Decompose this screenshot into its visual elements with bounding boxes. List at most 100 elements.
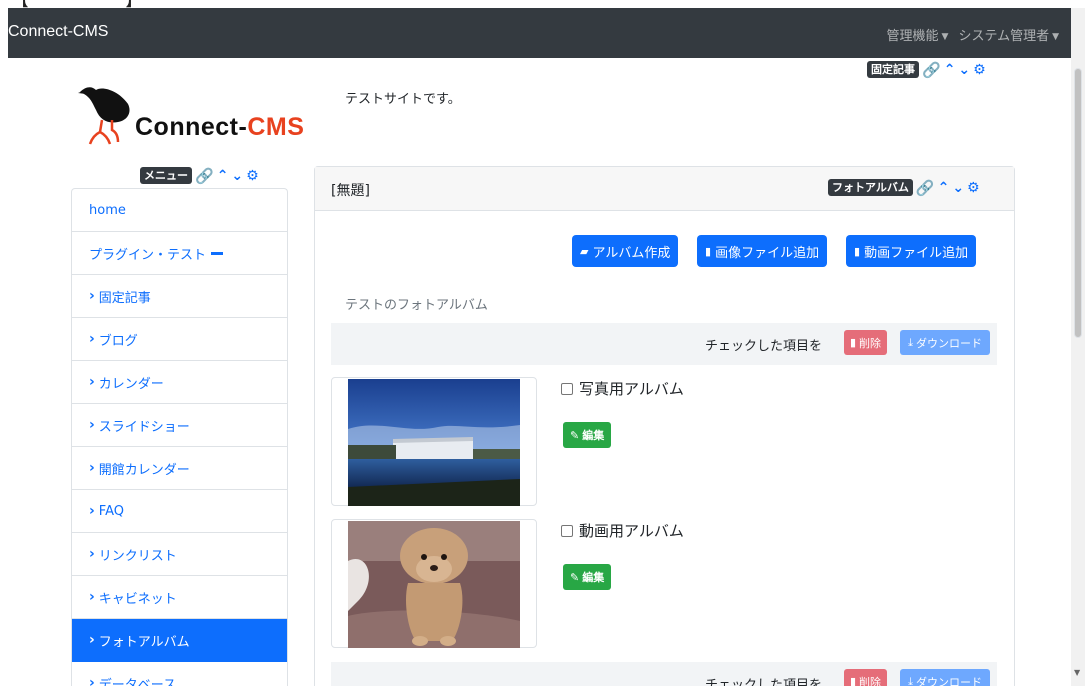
create-album-button[interactable]: ▰ アルバム作成 [572, 235, 679, 267]
sidebar-menu: home プラグイン・テスト › 固定記事 › ブログ › カレンダー › スライドショ… [71, 188, 288, 686]
album-name-row: 写真用アルバム [561, 378, 684, 399]
sidebar-item-label: 開館カレンダー [98, 462, 190, 478]
page-scrollbar[interactable]: ▼ [1071, 8, 1085, 686]
chevron-right-icon: › [89, 288, 95, 304]
user-menu-label: システム管理者 [958, 29, 1050, 44]
add-image-button[interactable]: ▮ 画像ファイル追加 [697, 235, 828, 267]
scroll-down-arrow-icon[interactable]: ▼ [1074, 668, 1080, 677]
download-button[interactable]: ⤓ ダウンロード [900, 669, 990, 686]
sidebar-item-photo-album[interactable]: › フォトアルバム [72, 619, 287, 662]
admin-menu-dropdown[interactable]: 管理機能 ▼ [887, 25, 949, 44]
sidebar-item-plugin-test[interactable]: プラグイン・テスト [72, 232, 287, 275]
album-name-row: 動画用アルバム [561, 520, 684, 541]
sidebar-item-label: ブログ [98, 333, 138, 349]
gear-icon[interactable]: ⚙ [246, 169, 259, 183]
file-video-icon: ▮ [854, 244, 861, 258]
move-down-icon[interactable]: ⌄ [958, 63, 970, 77]
chevron-right-icon: › [89, 589, 95, 605]
navbar: Connect-CMS 管理機能 ▼ システム管理者 ▼ [8, 8, 1071, 58]
logo-text: Connect-CMS [135, 113, 305, 141]
album-photo-building-image [348, 379, 520, 506]
sidebar-item-database[interactable]: › データベース [72, 662, 287, 686]
move-down-icon[interactable]: ⌄ [231, 169, 243, 183]
bird-logo-icon [78, 87, 130, 145]
bulk-action-bar-bottom: チェックした項目を ▮ 削除 ⤓ ダウンロード [331, 662, 997, 686]
sidebar-item-fixed-article[interactable]: › 固定記事 [72, 275, 287, 318]
move-up-icon[interactable]: ⌃ [938, 181, 950, 195]
album-name[interactable]: 写真用アルバム [579, 378, 684, 399]
edit-album-button[interactable]: ✎ 編集 [563, 422, 612, 448]
chevron-right-icon: › [89, 331, 95, 347]
file-plus-icon: ▮ [705, 244, 712, 258]
link-icon[interactable]: 🔗 [195, 168, 214, 183]
sidebar-item-home[interactable]: home [72, 189, 287, 232]
edit-icon: ✎ [570, 428, 580, 442]
album-thumbnail[interactable] [331, 519, 537, 648]
link-icon[interactable]: 🔗 [916, 180, 935, 195]
sidebar-item-label: キャビネット [98, 591, 177, 607]
chevron-right-icon: › [89, 374, 95, 390]
edit-icon: ✎ [570, 570, 580, 584]
chevron-right-icon: › [89, 632, 95, 648]
link-icon[interactable]: 🔗 [922, 62, 941, 77]
trash-icon: ▮ [849, 675, 856, 686]
sidebar-item-label: フォトアルバム [98, 634, 190, 650]
top-clipped-title: 【 】 [0, 0, 1085, 8]
sidebar-item-faq[interactable]: › FAQ [72, 490, 287, 533]
sidebar-item-blog[interactable]: › ブログ [72, 318, 287, 361]
download-button[interactable]: ⤓ ダウンロード [900, 330, 990, 355]
move-down-icon[interactable]: ⌄ [952, 181, 964, 195]
sidebar-item-label: スライドショー [98, 419, 190, 435]
edit-album-button[interactable]: ✎ 編集 [563, 564, 612, 590]
site-logo[interactable]: Connect-CMS [78, 80, 338, 145]
scrollbar-thumb[interactable] [1074, 68, 1082, 338]
caret-down-icon: ▼ [941, 32, 949, 42]
trash-icon: ▮ [849, 336, 856, 349]
menu-frame-controls: メニュー 🔗 ⌃ ⌄ ⚙ [140, 167, 259, 184]
album-description: テストのフォトアルバム [345, 298, 488, 313]
album-thumbnail[interactable] [331, 377, 537, 506]
header-frame-controls: 固定記事 🔗 ⌃ ⌄ ⚙ [867, 61, 986, 78]
delete-button[interactable]: ▮ 削除 [843, 330, 887, 355]
gear-icon[interactable]: ⚙ [967, 181, 980, 195]
sidebar-item-label: プラグイン・テスト [89, 247, 207, 263]
sidebar-item-calendar[interactable]: › カレンダー [72, 361, 287, 404]
download-icon: ⤓ [908, 674, 913, 686]
sidebar-item-label: データベース [98, 677, 177, 686]
chevron-right-icon: › [89, 503, 95, 519]
admin-menu-label: 管理機能 [886, 29, 939, 44]
sidebar-item-slideshow[interactable]: › スライドショー [72, 404, 287, 447]
move-up-icon[interactable]: ⌃ [944, 63, 956, 77]
site-description: テストサイトです。 [345, 92, 461, 107]
user-menu-dropdown[interactable]: システム管理者 ▼ [958, 25, 1059, 44]
sidebar-item-label: FAQ [98, 503, 124, 519]
album-select-checkbox[interactable] [561, 524, 573, 537]
frame-title: [無題] [331, 183, 370, 199]
album-photo-dog-image [348, 521, 520, 648]
move-up-icon[interactable]: ⌃ [217, 169, 229, 183]
chevron-right-icon: › [89, 460, 95, 476]
chevron-right-icon: › [89, 675, 95, 686]
navbar-brand[interactable]: Connect-CMS [8, 23, 108, 41]
sidebar-item-label: 固定記事 [98, 290, 151, 306]
bulk-action-label: チェックした項目を [704, 678, 822, 686]
sidebar-item-opening-calendar[interactable]: › 開館カレンダー [72, 447, 287, 490]
album-select-checkbox[interactable] [561, 382, 573, 395]
photo-frame-controls: フォトアルバム 🔗 ⌃ ⌄ ⚙ [828, 179, 980, 196]
sidebar-item-link-list[interactable]: › リンクリスト [72, 533, 287, 576]
folder-plus-icon: ▰ [580, 244, 589, 258]
menu-frame-badge: メニュー [140, 167, 192, 184]
bulk-action-label: チェックした項目を [704, 339, 822, 354]
delete-button[interactable]: ▮ 削除 [843, 669, 887, 686]
header-frame-badge: 固定記事 [867, 61, 919, 78]
add-video-button[interactable]: ▮ 動画ファイル追加 [846, 235, 977, 267]
bulk-action-bar: チェックした項目を ▮ 削除 ⤓ ダウンロード [331, 323, 997, 365]
album-name[interactable]: 動画用アルバム [579, 520, 684, 541]
chevron-right-icon: › [89, 417, 95, 433]
photo-frame-badge: フォトアルバム [828, 179, 913, 196]
gear-icon[interactable]: ⚙ [973, 63, 986, 77]
caret-down-icon: ▼ [1052, 32, 1059, 42]
download-icon: ⤓ [908, 335, 913, 349]
sidebar-item-cabinet[interactable]: › キャビネット [72, 576, 287, 619]
chevron-right-icon: › [89, 546, 95, 562]
